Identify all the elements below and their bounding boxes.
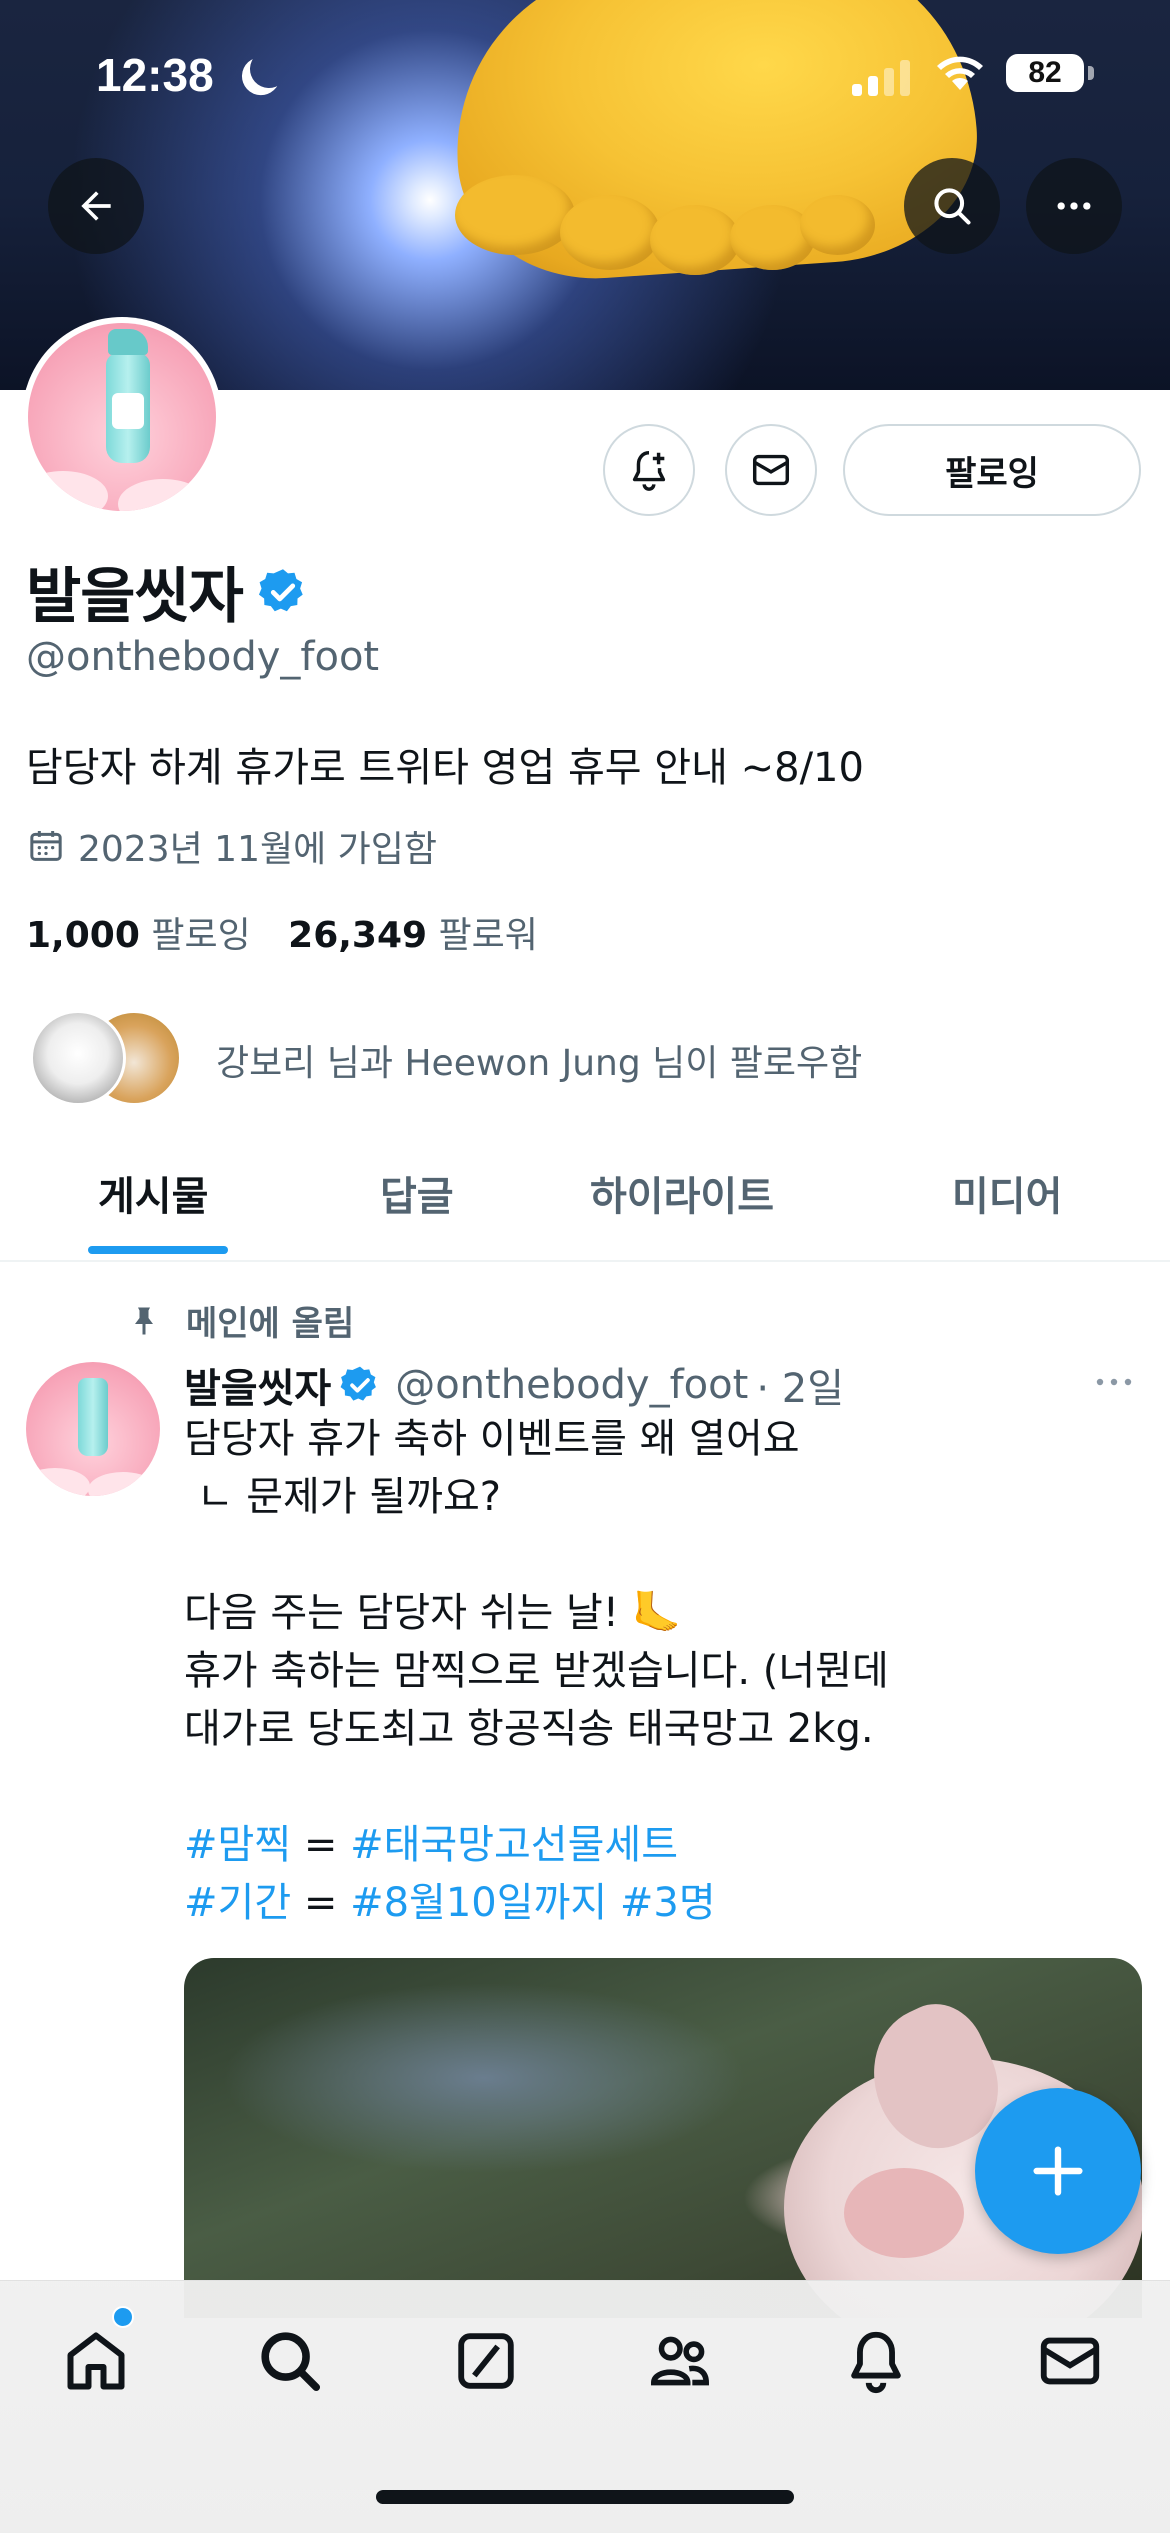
following-button[interactable]: 팔로잉 <box>843 424 1141 516</box>
grok-icon <box>458 2333 514 2389</box>
back-button[interactable] <box>48 158 144 254</box>
media-pig-snout <box>844 2168 964 2258</box>
more-button[interactable] <box>1026 158 1122 254</box>
wifi-icon <box>937 56 983 90</box>
search-button[interactable] <box>904 158 1000 254</box>
avatar-cloud <box>28 471 108 511</box>
nav-notifications[interactable] <box>836 2321 916 2401</box>
following-count: 1,000 <box>26 915 140 956</box>
followers-label: 팔로워 <box>438 915 538 956</box>
equals-text: = <box>291 1880 351 1926</box>
verified-badge-icon <box>258 568 303 611</box>
messages-icon <box>1040 2337 1100 2385</box>
search-icon <box>934 188 971 225</box>
profile-name: 발을씻자 <box>26 548 309 635</box>
avatar-cloud <box>118 479 208 511</box>
communities-icon <box>651 2336 709 2386</box>
cellular-signal-icon <box>852 56 912 96</box>
battery-indicator: 82 <box>1006 54 1084 92</box>
profile-handle: @onthebody_foot <box>26 634 380 680</box>
bell-plus-icon <box>632 451 666 491</box>
home-indicator[interactable] <box>376 2490 794 2504</box>
joined-date: 2023년 11월에 가입함 <box>26 820 437 872</box>
tab-posts[interactable]: 게시물 <box>98 1164 208 1222</box>
tweet-line: ㄴ 문제가 될까요? <box>184 1474 501 1520</box>
following-link[interactable]: 1,000 팔로잉 <box>26 915 251 956</box>
banner-toe <box>800 195 875 255</box>
home-unread-dot <box>112 2306 134 2328</box>
hashtag-link[interactable]: #맘찍 <box>184 1822 291 1868</box>
tweet-more-button[interactable] <box>1090 1358 1138 1410</box>
joined-text: 2023년 11월에 가입함 <box>78 829 438 870</box>
avatar-image <box>28 323 216 511</box>
tweet-line: 휴가 축하는 맘찍으로 받겠습니다. (너뭔데 <box>184 1648 889 1694</box>
known-followers[interactable]: 강보리 님과 Heewon Jung 님이 팔로우함 <box>30 1010 1130 1110</box>
tab-highlights[interactable]: 하이라이트 <box>590 1164 774 1222</box>
active-tab-indicator <box>88 1246 228 1254</box>
following-label: 팔로잉 <box>151 915 251 956</box>
pinned-text: 메인에 올림 <box>186 1304 355 1344</box>
profile-avatar[interactable] <box>22 317 222 517</box>
followers-count: 26,349 <box>288 915 428 956</box>
banner-toe <box>455 175 575 255</box>
tweet-text[interactable]: 담당자 휴가 축하 이벤트를 왜 열어요 ㄴ 문제가 될까요? 다음 주는 담당… <box>184 1410 1084 1932</box>
profile-tabs: 게시물 답글 하이라이트 미디어 <box>0 1140 1170 1262</box>
notifications-toggle-button[interactable] <box>603 424 695 516</box>
follower-avatar <box>30 1010 126 1106</box>
search-icon <box>261 2332 321 2392</box>
display-name: 발을씻자 <box>26 562 244 632</box>
follow-counts: 1,000 팔로잉 26,349 팔로워 <box>26 906 538 958</box>
tweet-author-handle[interactable]: @onthebody_foot <box>395 1362 748 1408</box>
nav-grok[interactable] <box>446 2321 526 2401</box>
calendar-icon <box>30 831 62 861</box>
pinned-label: 메인에 올림 <box>126 1296 354 1345</box>
arrow-left-icon <box>81 191 111 221</box>
more-horizontal-icon <box>1057 202 1091 210</box>
nav-search[interactable] <box>250 2321 330 2401</box>
tab-replies[interactable]: 답글 <box>380 1164 454 1222</box>
avatar-bottle <box>106 329 150 463</box>
banner-toe <box>650 205 740 275</box>
tweet-author-avatar[interactable] <box>26 1362 160 1496</box>
plus-icon <box>1033 2146 1083 2196</box>
nav-home[interactable] <box>56 2321 136 2401</box>
status-bar: 12:38 82 <box>0 0 1170 150</box>
moon-icon <box>245 45 294 94</box>
envelope-icon <box>752 454 790 486</box>
tweet-line: 다음 주는 담당자 쉬는 날! 🦶 <box>184 1590 682 1636</box>
home-icon <box>67 2332 125 2390</box>
pin-icon <box>135 1307 153 1334</box>
nav-messages[interactable] <box>1030 2321 1110 2401</box>
equals-text: = <box>291 1822 351 1868</box>
hashtag-link[interactable]: #8월10일까지 <box>350 1880 607 1926</box>
tweet-line: 대가로 당도최고 항공직송 태국망고 2kg. <box>184 1706 874 1752</box>
status-time: 12:38 <box>96 49 214 101</box>
profile-bio: 담당자 하계 휴가로 트위타 영업 휴무 안내 ~8/10 <box>26 745 864 791</box>
nav-communities[interactable] <box>640 2321 720 2401</box>
battery-nub <box>1088 66 1094 80</box>
message-button[interactable] <box>725 424 817 516</box>
verified-badge-icon <box>340 1366 377 1401</box>
tweet-header: 발을씻자 @onthebody_foot · 2일 <box>184 1356 844 1414</box>
more-horizontal-icon <box>1096 1378 1132 1386</box>
tweet-author-name[interactable]: 발을씻자 <box>184 1356 331 1414</box>
tweet-time[interactable]: · 2일 <box>756 1356 844 1414</box>
compose-button[interactable] <box>975 2088 1141 2254</box>
notifications-icon <box>851 2331 901 2394</box>
tweet-line: 담당자 휴가 축하 이벤트를 왜 열어요 <box>184 1416 800 1462</box>
known-followers-text: 강보리 님과 Heewon Jung 님이 팔로우함 <box>216 1043 863 1084</box>
hashtag-link[interactable]: #3명 <box>620 1880 716 1926</box>
hashtag-link[interactable]: #기간 <box>184 1880 291 1926</box>
banner-toe <box>560 195 660 270</box>
tab-media[interactable]: 미디어 <box>952 1164 1062 1222</box>
followers-link[interactable]: 26,349 팔로워 <box>288 915 538 956</box>
hashtag-link[interactable]: #태국망고선물세트 <box>350 1822 678 1868</box>
